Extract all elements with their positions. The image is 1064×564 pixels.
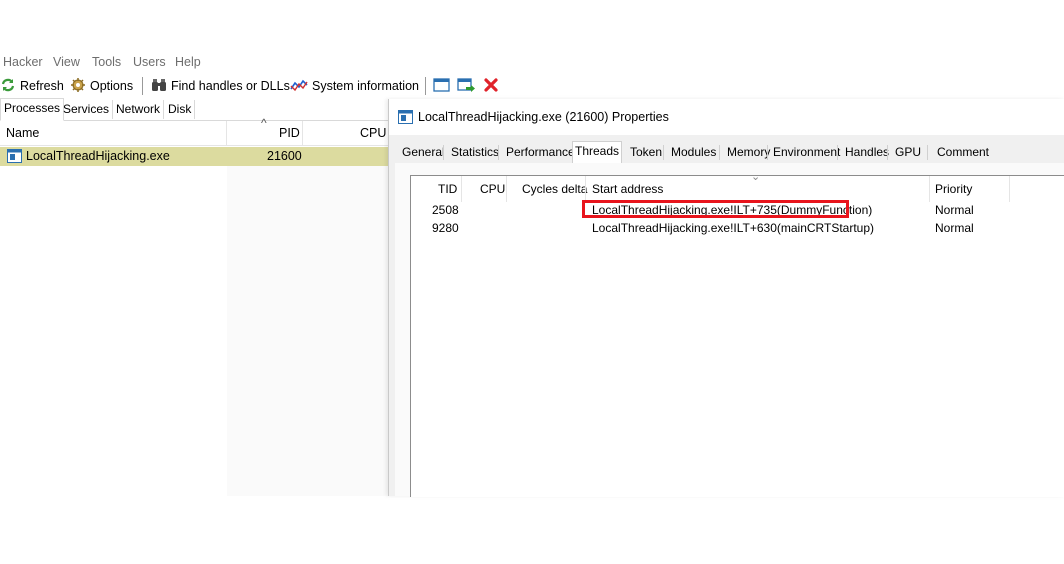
tab-divider: [663, 145, 664, 160]
system-information-button[interactable]: System information: [290, 76, 419, 96]
column-divider[interactable]: [585, 176, 586, 202]
tab-services[interactable]: Services: [60, 100, 114, 119]
window-go-button[interactable]: [457, 76, 475, 96]
tab-disk[interactable]: Disk: [165, 100, 196, 119]
tab-divider: [887, 145, 888, 160]
process-pid: 21600: [267, 149, 302, 163]
terminate-button[interactable]: [483, 76, 499, 96]
find-handles-button[interactable]: Find handles or DLLs: [151, 76, 290, 96]
process-list: Name ^ PID CPU LocalThreadHijacking.exe …: [0, 116, 388, 496]
pid-column-background: [227, 166, 388, 496]
refresh-button[interactable]: Refresh: [0, 76, 64, 96]
column-divider[interactable]: [1009, 176, 1010, 202]
refresh-label: Refresh: [20, 79, 64, 93]
tab-environment[interactable]: Environment: [771, 143, 842, 162]
tab-token[interactable]: Token: [628, 143, 664, 162]
column-tid[interactable]: TID: [438, 176, 457, 202]
find-binoculars-icon: [151, 77, 167, 96]
tab-network[interactable]: Network: [113, 100, 165, 119]
system-info-chart-icon: [290, 77, 308, 96]
sort-descending-icon: ⌄: [751, 171, 761, 183]
column-divider[interactable]: [461, 176, 462, 202]
properties-title: LocalThreadHijacking.exe (21600) Propert…: [418, 110, 669, 124]
process-row[interactable]: LocalThreadHijacking.exe 21600: [0, 147, 388, 166]
column-pid[interactable]: PID: [279, 121, 300, 145]
tab-statistics[interactable]: Statistics: [449, 143, 501, 162]
menu-users[interactable]: Users: [133, 55, 166, 69]
toolbar-separator: [425, 77, 426, 95]
column-priority[interactable]: Priority: [935, 176, 972, 202]
tab-comment[interactable]: Comment: [935, 143, 991, 162]
menu-hacker[interactable]: Hacker: [3, 55, 43, 69]
thread-priority: Normal: [935, 203, 974, 217]
toolbar-separator: [142, 77, 143, 95]
sort-ascending-icon: ^: [261, 116, 267, 130]
column-name[interactable]: Name: [6, 121, 39, 145]
menu-view[interactable]: View: [53, 55, 80, 69]
tab-divider: [498, 145, 499, 160]
properties-window: LocalThreadHijacking.exe (21600) Propert…: [388, 99, 1064, 497]
column-divider[interactable]: [302, 121, 303, 145]
menu-tools[interactable]: Tools: [92, 55, 121, 69]
application-icon: [7, 149, 22, 166]
tab-memory[interactable]: Memory: [725, 143, 772, 162]
tab-gpu[interactable]: GPU: [893, 143, 923, 162]
tab-divider: [767, 145, 768, 160]
system-information-label: System information: [312, 79, 419, 93]
options-gear-icon: [70, 77, 86, 96]
find-handles-label: Find handles or DLLs: [171, 79, 290, 93]
process-name: LocalThreadHijacking.exe: [26, 149, 170, 163]
thread-start-address: LocalThreadHijacking.exe!ILT+630(mainCRT…: [592, 221, 875, 235]
column-cpu[interactable]: CPU: [480, 176, 505, 202]
tab-divider: [719, 145, 720, 160]
thread-tid: 9280: [432, 221, 459, 235]
window-button[interactable]: [433, 76, 450, 96]
window-icon: [433, 77, 450, 96]
main-tab-strip: Processes Services Network Disk: [0, 98, 388, 121]
column-cycles-delta[interactable]: Cycles delta: [522, 176, 587, 202]
tab-handles[interactable]: Handles: [843, 143, 891, 162]
threads-panel: ⌄ TID CPU Cycles delta Start address Pri…: [395, 163, 1064, 497]
properties-tab-strip: General Statistics Performance Threads T…: [397, 141, 1064, 165]
options-label: Options: [90, 79, 134, 93]
menu-help[interactable]: Help: [175, 55, 201, 69]
tab-divider: [927, 145, 928, 160]
process-list-header: Name ^ PID CPU: [0, 116, 388, 146]
column-start-address[interactable]: Start address: [592, 176, 663, 202]
close-x-icon: [483, 77, 499, 96]
thread-tid: 2508: [432, 203, 459, 217]
toolbar: Refresh Options Find handles or DLLs Sys…: [0, 76, 520, 96]
tab-divider: [837, 145, 838, 160]
menu-bar: Hacker View Tools Users Help: [0, 55, 1064, 73]
column-divider[interactable]: [226, 121, 227, 145]
tab-divider: [443, 145, 444, 160]
window-go-icon: [457, 77, 475, 96]
tab-modules[interactable]: Modules: [669, 143, 718, 162]
tab-processes[interactable]: Processes: [0, 98, 65, 121]
column-divider[interactable]: [506, 176, 507, 202]
tab-performance[interactable]: Performance: [504, 143, 577, 162]
tab-general[interactable]: General: [400, 143, 447, 162]
column-cpu[interactable]: CPU: [360, 121, 386, 145]
thread-priority: Normal: [935, 221, 974, 235]
properties-title-bar[interactable]: LocalThreadHijacking.exe (21600) Propert…: [389, 99, 1064, 135]
threads-list[interactable]: ⌄ TID CPU Cycles delta Start address Pri…: [410, 171, 1064, 497]
refresh-icon: [0, 77, 16, 96]
highlight-box: [582, 200, 849, 218]
column-divider[interactable]: [929, 176, 930, 202]
application-icon: [398, 110, 413, 127]
tab-threads[interactable]: Threads: [572, 141, 623, 165]
options-button[interactable]: Options: [70, 76, 133, 96]
